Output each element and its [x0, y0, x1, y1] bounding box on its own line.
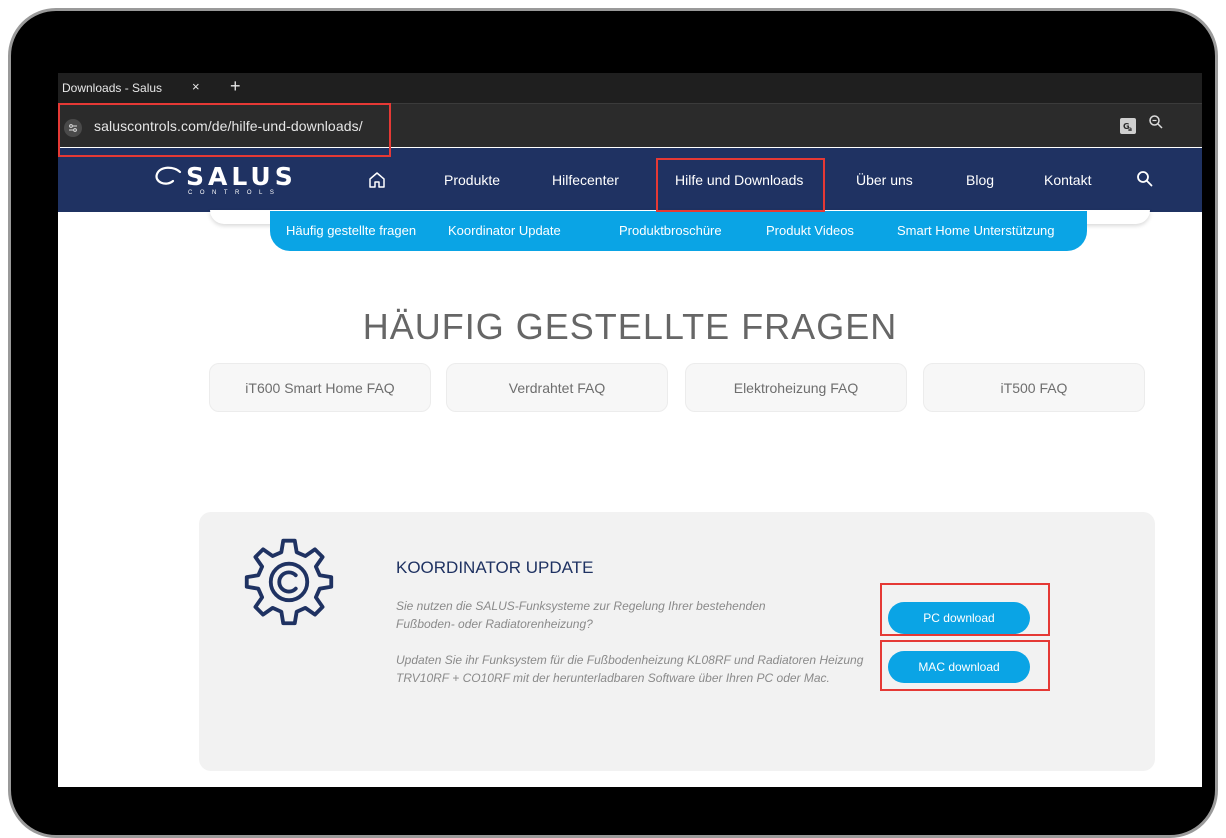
nav-highlight-box: [656, 158, 825, 212]
logo-wordmark: SALUS: [186, 162, 297, 191]
subnav-item-faq[interactable]: Häufig gestellte fragen: [286, 223, 416, 238]
faq-button-verdrahtet[interactable]: Verdrahtet FAQ: [446, 363, 668, 412]
nav-item-blog[interactable]: Blog: [966, 172, 994, 188]
url-highlight-box: [58, 103, 391, 157]
faq-button-it600[interactable]: iT600 Smart Home FAQ: [209, 363, 431, 412]
laptop-bezel: Downloads - Salus × + saluscontrols.com/…: [8, 8, 1218, 838]
nav-item-kontakt[interactable]: Kontakt: [1044, 172, 1091, 188]
koordinator-intro: Sie nutzen die SALUS-Funksysteme zur Reg…: [396, 599, 766, 631]
nav-item-hilfecenter[interactable]: Hilfecenter: [552, 172, 619, 188]
subnav-item-produktbroschuere[interactable]: Produktbroschüre: [619, 223, 722, 238]
subnav-item-smart-home[interactable]: Smart Home Unterstützung: [897, 223, 1055, 238]
logo-swirl-icon: [155, 166, 182, 185]
page-title: HÄUFIG GESTELLTE FRAGEN: [362, 306, 898, 347]
search-icon[interactable]: [1136, 170, 1153, 187]
faq-button-it500[interactable]: iT500 FAQ: [923, 363, 1145, 412]
koordinator-title: KOORDINATOR UPDATE: [396, 558, 594, 577]
logo-subtitle: CONTROLS: [188, 190, 282, 196]
subnav-item-koordinator-update[interactable]: Koordinator Update: [448, 223, 561, 238]
pc-download-highlight-box: [880, 583, 1050, 636]
nav-item-produkte[interactable]: Produkte: [444, 172, 500, 188]
zoom-icon[interactable]: [1148, 114, 1164, 135]
svg-text:a: a: [1128, 126, 1132, 132]
new-tab-icon[interactable]: +: [230, 76, 241, 97]
close-tab-icon[interactable]: ×: [192, 79, 200, 94]
faq-button-elektroheizung[interactable]: Elektroheizung FAQ: [685, 363, 907, 412]
tab-bar: Downloads - Salus × +: [58, 73, 1202, 103]
koordinator-description: Updaten Sie ihr Funksystem für die Fußbo…: [396, 653, 864, 685]
gear-icon: [244, 538, 334, 626]
sub-navigation: Häufig gestellte fragen Koordinator Upda…: [270, 211, 1087, 251]
subnav-item-produkt-videos[interactable]: Produkt Videos: [766, 223, 854, 238]
home-icon[interactable]: [368, 171, 386, 189]
mac-download-highlight-box: [880, 640, 1050, 691]
site-nav: SALUS CONTROLS Produkte Hilfecenter Hilf…: [58, 148, 1202, 212]
tab-title: Downloads - Salus: [62, 81, 163, 95]
browser-window: Downloads - Salus × + saluscontrols.com/…: [58, 73, 1202, 787]
translate-icon[interactable]: Ga: [1120, 118, 1136, 134]
browser-tab[interactable]: Downloads - Salus ×: [58, 73, 220, 103]
nav-item-ueber-uns[interactable]: Über uns: [856, 172, 913, 188]
